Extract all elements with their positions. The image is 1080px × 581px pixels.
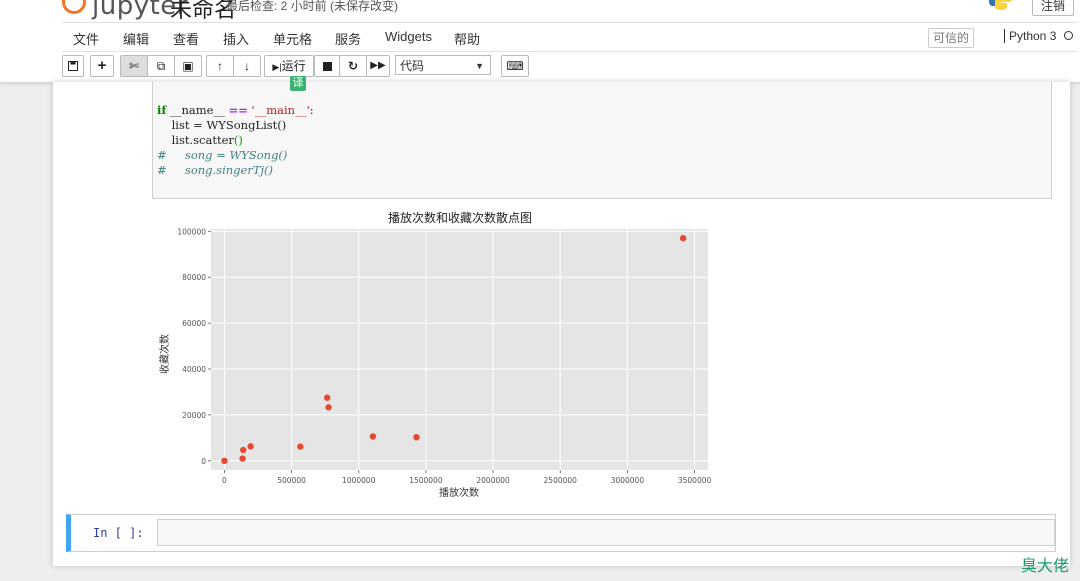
menu-widgets[interactable]: Widgets <box>385 29 432 44</box>
data-point <box>240 446 247 454</box>
move-down-button[interactable]: ↓ <box>233 55 261 77</box>
interrupt-button[interactable] <box>314 55 340 77</box>
run-button[interactable]: ▶|运行 <box>264 55 314 77</box>
translate-badge[interactable]: 译 <box>290 76 306 91</box>
keyboard-icon: ⌨ <box>506 59 524 73</box>
copy-icon: ⧉ <box>156 59 166 73</box>
output-area: 播放次数和收藏次数散点图 0 500000 1000000 1500000 200000… <box>152 206 712 502</box>
scissors-icon: ✄ <box>128 59 140 73</box>
y-tick-label: 100000 <box>177 227 206 236</box>
x-tick-label: 0 <box>222 476 227 485</box>
call-parens: () <box>233 133 243 147</box>
cut-button[interactable]: ✄ <box>120 55 148 77</box>
x-axis-label: 播放次数 <box>439 486 479 499</box>
notebook-container: if __name__ == '__main__': list = WYSong… <box>53 82 1070 566</box>
code-line-5: # song.singerTj() <box>157 163 274 177</box>
code-line-2: list = WYSongList() <box>157 118 287 132</box>
data-point <box>413 433 420 441</box>
stop-icon <box>322 62 332 71</box>
code-line-4: # song = WYSong() <box>157 148 288 162</box>
insert-cell-button[interactable]: + <box>90 55 114 77</box>
restart-button[interactable]: ↻ <box>339 55 367 77</box>
menu-help[interactable]: 帮助 <box>454 29 480 48</box>
logout-button[interactable]: 注销 <box>1032 0 1074 16</box>
y-axis-ticks: 0 20000 40000 60000 80000 100000 <box>177 227 211 466</box>
notebook-header: jupyter 未命名 最后检查: 2 小时前 (未保存改变) 注销 文件 编辑… <box>0 0 1080 82</box>
step-forward-icon: ▶| <box>272 62 282 72</box>
fast-forward-icon: ▶▶ <box>370 60 386 71</box>
code-cell[interactable]: if __name__ == '__main__': list = WYSong… <box>152 82 1052 199</box>
menu-edit[interactable]: 编辑 <box>123 29 149 48</box>
chevron-down-icon: ▼ <box>475 61 484 71</box>
code-line-3: list.scatter() <box>157 133 243 147</box>
plot-background <box>211 229 708 470</box>
title-bar: jupyter 未命名 最后检查: 2 小时前 (未保存改变) 注销 <box>0 0 1080 22</box>
x-tick-label: 2000000 <box>476 476 510 485</box>
data-point <box>221 457 228 465</box>
data-point <box>297 443 304 450</box>
y-tick-label: 80000 <box>182 273 206 282</box>
menu-file[interactable]: 文件 <box>73 29 99 48</box>
command-palette-button[interactable]: ⌨ <box>501 55 529 77</box>
run-label: 运行 <box>281 59 306 73</box>
y-axis-label: 收藏次数 <box>158 334 171 374</box>
kernel-name: Python 3 <box>1004 29 1056 43</box>
arrow-down-icon: ↓ <box>244 59 250 73</box>
string-main: '__main__' <box>247 103 310 117</box>
x-tick-label: 3500000 <box>678 476 712 485</box>
dunder-name: __name__ <box>166 103 229 117</box>
data-point <box>247 443 254 450</box>
restart-run-all-button[interactable]: ▶▶ <box>366 55 390 77</box>
refresh-icon: ↻ <box>347 59 359 73</box>
menu-view[interactable]: 查看 <box>173 29 199 48</box>
x-tick-label: 1500000 <box>409 476 443 485</box>
keyword-if: if <box>157 103 167 117</box>
menu-insert[interactable]: 插入 <box>223 29 249 48</box>
operator-eq: == <box>228 103 248 117</box>
x-tick-label: 2500000 <box>544 476 578 485</box>
copy-button[interactable]: ⧉ <box>147 55 175 77</box>
save-status: 最后检查: 2 小时前 (未保存改变) <box>226 0 399 13</box>
data-point <box>369 433 377 440</box>
move-up-button[interactable]: ↑ <box>206 55 234 77</box>
x-tick-label: 3000000 <box>611 476 645 485</box>
save-button[interactable] <box>62 55 84 77</box>
trusted-badge[interactable]: 可信的 <box>928 28 975 48</box>
menu-kernel[interactable]: 服务 <box>335 29 361 48</box>
scatter-chart: 播放次数和收藏次数散点图 0 500000 1000000 1500000 200000… <box>158 210 711 499</box>
y-tick-label: 60000 <box>182 319 206 328</box>
menu-cell[interactable]: 单元格 <box>273 29 312 48</box>
data-point <box>679 234 687 242</box>
python-logo-icon <box>989 0 1013 10</box>
data-point <box>323 394 331 401</box>
paste-icon: ▣ <box>182 59 194 73</box>
toolbar: + ✄ ⧉ ▣ ↑ ↓ ▶|运行 ↻ ▶▶ 代码 ▼ ⌨ <box>62 55 1078 79</box>
y-tick-label: 0 <box>201 457 206 466</box>
save-icon <box>68 61 78 71</box>
input-prompt: In [ ]: <box>93 526 144 540</box>
code-input-area[interactable] <box>157 519 1055 546</box>
plus-icon: + <box>97 57 107 74</box>
arrow-up-icon: ↑ <box>217 59 223 73</box>
empty-code-cell[interactable]: In [ ]: <box>66 514 1056 552</box>
code-line-1: if __name__ == '__main__': <box>157 103 314 117</box>
y-tick-label: 40000 <box>182 365 206 374</box>
kernel-idle-indicator-icon <box>1064 31 1073 40</box>
watermark-text: 臭大佬 <box>1021 558 1070 575</box>
scatter-call: list.scatter <box>157 133 234 147</box>
data-point <box>239 455 246 462</box>
x-axis-ticks: 0 500000 1000000 1500000 2000000 2500000 30000… <box>222 470 711 485</box>
cell-type-select[interactable]: 代码 ▼ <box>395 55 491 75</box>
chart-title: 播放次数和收藏次数散点图 <box>388 210 532 225</box>
menubar: 文件 编辑 查看 插入 单元格 服务 Widgets 帮助 可信的 Python… <box>62 22 1078 52</box>
x-tick-label: 500000 <box>277 476 306 485</box>
jupyter-logo-icon <box>62 0 86 14</box>
data-point <box>325 404 332 411</box>
y-tick-label: 20000 <box>182 411 206 420</box>
cell-type-value: 代码 <box>400 59 425 73</box>
x-tick-label: 1000000 <box>342 476 376 485</box>
colon: : <box>309 103 314 117</box>
paste-button[interactable]: ▣ <box>174 55 202 77</box>
